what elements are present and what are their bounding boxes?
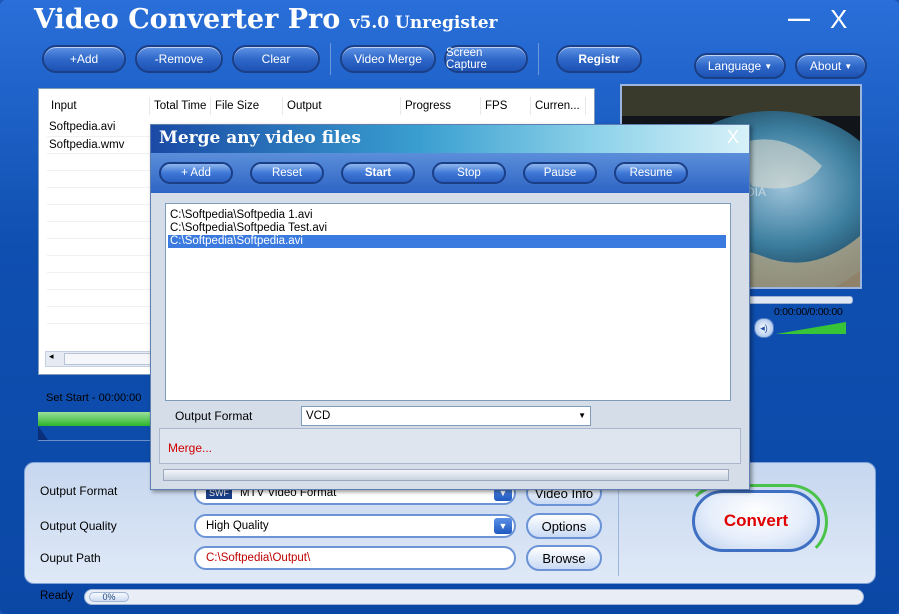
- main-window: Video Converter Pro v5.0 Unregister — X …: [0, 0, 899, 614]
- app-title-text: Video Converter Pro: [34, 4, 341, 35]
- register-button[interactable]: Registr: [556, 45, 642, 73]
- set-start-label: Set Start - 00:00:00: [46, 392, 142, 404]
- close-icon[interactable]: X: [727, 127, 739, 148]
- close-button[interactable]: X: [830, 4, 847, 35]
- horizontal-scrollbar[interactable]: ◂: [45, 351, 157, 367]
- about-menu[interactable]: About ▼: [795, 53, 867, 79]
- table-row[interactable]: Softpedia.avi: [49, 121, 116, 133]
- merge-output-format-select[interactable]: VCD ▼: [301, 406, 591, 426]
- output-quality-value: High Quality: [206, 520, 269, 532]
- column-header-current[interactable]: Curren...: [531, 97, 586, 115]
- volume-slider[interactable]: [776, 322, 846, 334]
- column-header-output[interactable]: Output: [283, 97, 401, 115]
- toolbar-separator: [330, 43, 331, 75]
- merge-add-button[interactable]: + Add: [159, 162, 233, 184]
- app-title: Video Converter Pro v5.0 Unregister: [34, 4, 498, 35]
- options-button[interactable]: Options: [526, 513, 602, 539]
- column-header-progress[interactable]: Progress: [401, 97, 481, 115]
- trim-slider[interactable]: [38, 412, 154, 426]
- add-button[interactable]: +Add: [42, 45, 126, 73]
- merge-dialog-title: Merge any video files: [159, 128, 361, 148]
- chevron-down-icon: ▼: [844, 61, 853, 71]
- language-label: Language: [707, 59, 762, 73]
- list-item-selected[interactable]: C:\Softpedia\Softpedia.avi: [168, 235, 726, 248]
- scroll-left-icon[interactable]: ◂: [49, 351, 54, 362]
- table-row[interactable]: Softpedia.wmv: [49, 139, 124, 151]
- column-header-input[interactable]: Input: [47, 97, 150, 115]
- app-version: v5.0 Unregister: [349, 13, 498, 33]
- screen-capture-button[interactable]: Screen Capture: [444, 45, 528, 73]
- progress-bar: 0%: [84, 589, 864, 605]
- progress-label: 0%: [89, 592, 129, 602]
- clear-button[interactable]: Clear: [232, 45, 320, 73]
- merge-start-button[interactable]: Start: [341, 162, 415, 184]
- merge-file-list[interactable]: C:\Softpedia\Softpedia 1.avi C:\Softpedi…: [165, 203, 731, 401]
- merge-status-area: Merge...: [159, 428, 741, 464]
- volume-icon[interactable]: ◂): [754, 318, 774, 338]
- video-merge-button[interactable]: Video Merge: [340, 45, 436, 73]
- merge-progress-bar: [163, 469, 729, 481]
- chevron-down-icon: ▼: [764, 61, 773, 71]
- status-text: Ready: [40, 590, 74, 602]
- time-display: 0:00:00/0:00:00: [774, 306, 843, 318]
- remove-button[interactable]: -Remove: [135, 45, 223, 73]
- divider: [38, 440, 150, 441]
- output-quality-label: Output Quality: [40, 519, 117, 533]
- scrollbar-thumb[interactable]: [64, 353, 154, 365]
- output-path-label: Ouput Path: [40, 551, 101, 565]
- list-item[interactable]: C:\Softpedia\Softpedia 1.avi: [170, 209, 726, 222]
- merge-dialog-titlebar[interactable]: Merge any video files X: [151, 125, 749, 153]
- merge-reset-button[interactable]: Reset: [250, 162, 324, 184]
- convert-button[interactable]: Convert: [692, 490, 820, 552]
- column-header-file-size[interactable]: File Size: [211, 97, 283, 115]
- minimize-button[interactable]: —: [788, 6, 810, 32]
- output-format-label: Output Format: [40, 484, 118, 498]
- chevron-down-icon[interactable]: ▼: [494, 518, 512, 534]
- merge-toolbar: + Add Reset Start Stop Pause Resume: [151, 153, 749, 193]
- chevron-down-icon[interactable]: ▼: [578, 407, 586, 425]
- output-path-field[interactable]: C:\Softpedia\Output\: [194, 546, 516, 570]
- merge-status-text: Merge...: [168, 441, 213, 455]
- start-marker-icon[interactable]: [38, 426, 48, 440]
- merge-pause-button[interactable]: Pause: [523, 162, 597, 184]
- column-header-total-time[interactable]: Total Time: [150, 97, 211, 115]
- browse-button[interactable]: Browse: [526, 545, 602, 571]
- merge-stop-button[interactable]: Stop: [432, 162, 506, 184]
- seek-bar[interactable]: [745, 296, 853, 304]
- merge-dialog: Merge any video files X + Add Reset Star…: [150, 124, 750, 490]
- merge-resume-button[interactable]: Resume: [614, 162, 688, 184]
- language-menu[interactable]: Language ▼: [694, 53, 786, 79]
- merge-output-format-label: Output Format: [175, 409, 253, 423]
- output-quality-select[interactable]: High Quality ▼: [194, 514, 516, 538]
- about-label: About: [809, 59, 842, 73]
- merge-output-format-value: VCD: [306, 410, 331, 422]
- list-item[interactable]: C:\Softpedia\Softpedia Test.avi: [170, 222, 726, 235]
- column-header-fps[interactable]: FPS: [481, 97, 531, 115]
- toolbar-separator: [538, 43, 539, 75]
